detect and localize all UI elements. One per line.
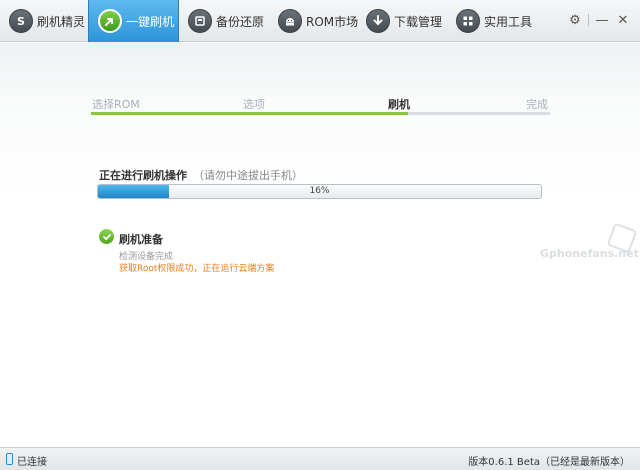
tab-label: 备份还原 — [216, 14, 265, 29]
step-complete: 完成 — [526, 98, 548, 111]
s-logo-icon: S — [9, 9, 33, 33]
tab-one-click-flash[interactable]: 一键刷机 — [88, 0, 179, 42]
status-bar: 已连接 版本0.6.1 Beta（已经是最新版本） — [0, 447, 640, 470]
download-icon — [366, 9, 390, 33]
tab-label: 下载管理 — [394, 14, 443, 29]
watermark-text: Gphonefans.net — [540, 247, 639, 260]
tab-rom-market[interactable]: ROM市场 — [269, 0, 359, 42]
step-select-rom: 选择ROM — [92, 98, 140, 111]
flash-progress-bar: 16% — [97, 184, 542, 199]
step-options: 选项 — [243, 98, 265, 111]
operation-title: 正在进行刷机操作 （请勿中途拔出手机） — [99, 167, 303, 183]
step-progress-track — [91, 112, 550, 115]
android-icon — [278, 9, 302, 33]
tools-grid-icon — [456, 9, 480, 33]
backup-icon — [188, 9, 212, 33]
operation-title-text: 正在进行刷机操作 — [99, 169, 187, 182]
top-toolbar: S 刷机精灵 一键刷机 备份还原 ROM市场 下载管理 实用工具 ⚙ — ✕ — [0, 0, 640, 42]
connection-status: 已连接 — [17, 457, 47, 468]
settings-gear-icon[interactable]: ⚙ — [567, 12, 583, 28]
toolbar-divider — [588, 14, 589, 26]
minimize-button[interactable]: — — [594, 12, 610, 28]
step-progress-fill — [91, 112, 408, 115]
operation-hint: （请勿中途拔出手机） — [193, 169, 303, 182]
stage-detail-root: 获取Root权限成功，正在运行云端方案 — [119, 264, 275, 274]
tab-download-manager[interactable]: 下载管理 — [357, 0, 447, 42]
tab-utilities[interactable]: 实用工具 — [447, 0, 537, 42]
tab-label: 一键刷机 — [126, 14, 175, 29]
step-flashing: 刷机 — [388, 98, 410, 111]
version-info[interactable]: 版本0.6.1 Beta（已经是最新版本） — [468, 453, 630, 468]
flash-progress-percent: 16% — [309, 186, 330, 196]
tab-shuaji-jingling[interactable]: S 刷机精灵 — [0, 0, 88, 42]
tab-label: 实用工具 — [484, 14, 533, 29]
phone-icon — [6, 453, 13, 465]
flash-arrow-icon — [98, 9, 122, 33]
checkmark-icon — [99, 229, 114, 244]
tab-backup-restore[interactable]: 备份还原 — [179, 0, 269, 42]
tab-label: ROM市场 — [306, 14, 359, 29]
tab-label: 刷机精灵 — [37, 14, 86, 29]
stage-title: 刷机准备 — [119, 233, 163, 246]
close-button[interactable]: ✕ — [615, 12, 631, 28]
svg-text:S: S — [17, 15, 25, 28]
